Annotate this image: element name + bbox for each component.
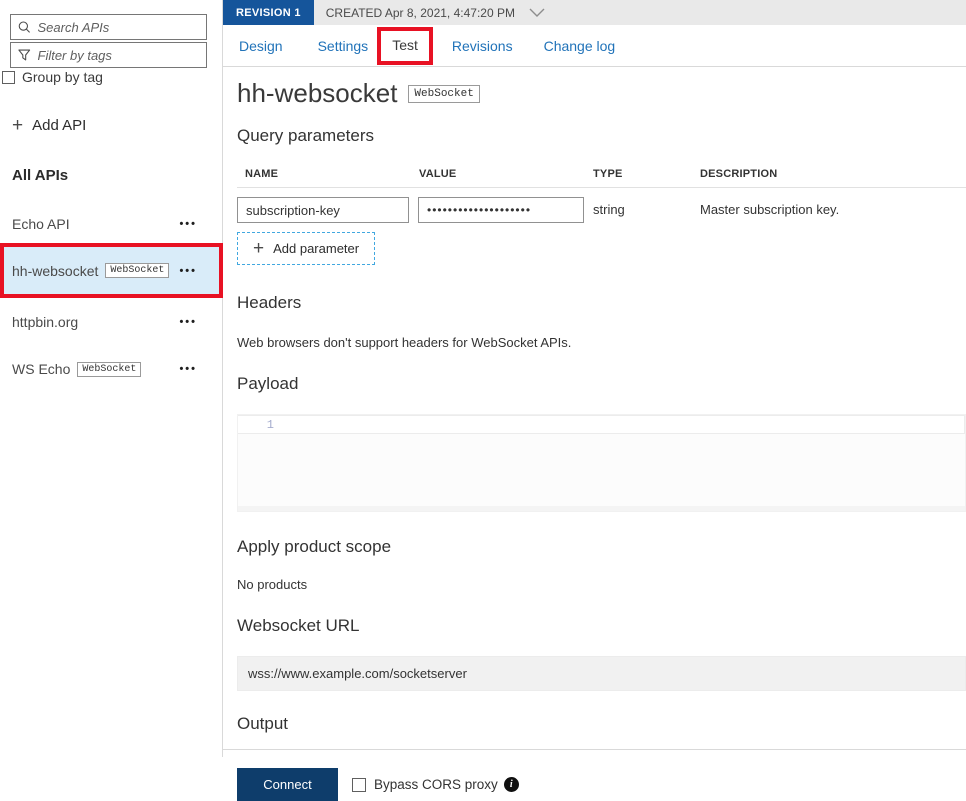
payload-editor[interactable]: 1 xyxy=(237,414,966,512)
line-number: 1 xyxy=(238,416,284,433)
filter-tags-input[interactable] xyxy=(38,48,200,63)
revision-chip: REVISION 1 xyxy=(223,0,314,25)
column-header-name: NAME xyxy=(237,168,418,180)
sidebar-item-hh-websocket[interactable]: hh-websocket WebSocket ••• xyxy=(0,243,223,298)
param-value-input[interactable] xyxy=(418,197,584,223)
output-heading: Output xyxy=(237,713,966,735)
add-parameter-button[interactable]: + Add parameter xyxy=(237,232,375,265)
ellipsis-menu-icon[interactable]: ••• xyxy=(179,218,197,230)
websocket-badge: WebSocket xyxy=(408,85,479,103)
plus-icon: + xyxy=(253,242,264,256)
tab-test[interactable]: Test xyxy=(392,37,418,53)
api-item-label: httpbin.org xyxy=(12,314,78,330)
search-icon xyxy=(18,20,31,34)
filter-tags-box[interactable] xyxy=(10,42,207,68)
tab-design[interactable]: Design xyxy=(239,38,283,54)
group-by-tag-checkbox[interactable] xyxy=(2,71,15,84)
group-by-tag-label: Group by tag xyxy=(22,69,103,85)
page-title: hh-websocket xyxy=(237,78,397,108)
query-parameters-table: NAME VALUE TYPE DESCRIPTION string Maste… xyxy=(237,168,966,223)
api-item-label: hh-websocket xyxy=(12,263,98,279)
all-apis-heading: All APIs xyxy=(12,167,68,184)
chevron-down-icon[interactable] xyxy=(529,0,545,25)
param-description: Master subscription key. xyxy=(699,197,966,217)
footer-actions: Connect Bypass CORS proxy i xyxy=(237,768,966,801)
editor-horizontal-scrollbar[interactable] xyxy=(238,506,965,511)
api-item-label: Echo API xyxy=(12,216,70,232)
filter-icon xyxy=(18,48,31,62)
tab-change-log[interactable]: Change log xyxy=(544,38,616,54)
tab-bar: Design Settings Test Revisions Change lo… xyxy=(223,25,966,67)
connect-button[interactable]: Connect xyxy=(237,768,338,801)
payload-heading: Payload xyxy=(237,373,966,395)
search-apis-box[interactable] xyxy=(10,14,207,40)
payload-editor-line-1[interactable]: 1 xyxy=(238,415,965,434)
column-header-description: DESCRIPTION xyxy=(699,168,966,180)
column-header-type: TYPE xyxy=(592,168,699,180)
sidebar-item-echo-api[interactable]: Echo API ••• xyxy=(0,210,223,238)
websocket-url-heading: Websocket URL xyxy=(237,615,966,637)
revision-created-label: CREATED Apr 8, 2021, 4:47:20 PM xyxy=(326,0,515,25)
table-row: string Master subscription key. xyxy=(237,188,966,223)
websocket-badge: WebSocket xyxy=(105,263,169,278)
ellipsis-menu-icon[interactable]: ••• xyxy=(179,363,197,375)
sidebar-item-httpbin[interactable]: httpbin.org ••• xyxy=(0,308,223,336)
group-by-tag-row[interactable]: Group by tag xyxy=(2,69,103,85)
bypass-cors-label: Bypass CORS proxy xyxy=(374,777,498,792)
add-parameter-label: Add parameter xyxy=(273,241,359,256)
output-divider xyxy=(223,749,966,750)
column-header-value: VALUE xyxy=(418,168,592,180)
tab-revisions[interactable]: Revisions xyxy=(452,38,513,54)
ellipsis-menu-icon[interactable]: ••• xyxy=(179,316,197,328)
add-api-button[interactable]: + Add API xyxy=(12,117,86,134)
annotation-box-test-tab: Test xyxy=(377,27,433,65)
websocket-badge: WebSocket xyxy=(77,362,141,377)
tab-settings[interactable]: Settings xyxy=(318,38,369,54)
revision-bar: REVISION 1 CREATED Apr 8, 2021, 4:47:20 … xyxy=(223,0,966,25)
sidebar-item-ws-echo[interactable]: WS Echo WebSocket ••• xyxy=(0,355,223,383)
bypass-cors-checkbox[interactable] xyxy=(352,778,366,792)
query-parameters-heading: Query parameters xyxy=(237,125,966,147)
headers-heading: Headers xyxy=(237,292,966,314)
search-apis-input[interactable] xyxy=(38,20,200,35)
product-scope-value: No products xyxy=(237,577,966,592)
websocket-url-input[interactable] xyxy=(237,656,966,691)
headers-note: Web browsers don't support headers for W… xyxy=(237,335,966,350)
product-scope-heading: Apply product scope xyxy=(237,536,966,558)
test-console: hh-websocket WebSocket Query parameters … xyxy=(223,78,966,801)
param-name-input[interactable] xyxy=(237,197,409,223)
bypass-cors-row[interactable]: Bypass CORS proxy xyxy=(352,777,498,792)
api-item-label: WS Echo xyxy=(12,361,70,377)
ellipsis-menu-icon[interactable]: ••• xyxy=(179,265,197,277)
main-panel: REVISION 1 CREATED Apr 8, 2021, 4:47:20 … xyxy=(223,0,966,757)
api-sidebar: Group by tag + Add API All APIs Echo API… xyxy=(0,0,223,757)
app-root: Group by tag + Add API All APIs Echo API… xyxy=(0,0,966,757)
info-icon[interactable]: i xyxy=(504,777,519,792)
table-header-row: NAME VALUE TYPE DESCRIPTION xyxy=(237,168,966,188)
param-type: string xyxy=(592,197,699,217)
plus-icon: + xyxy=(12,119,23,133)
add-api-label: Add API xyxy=(32,117,86,134)
